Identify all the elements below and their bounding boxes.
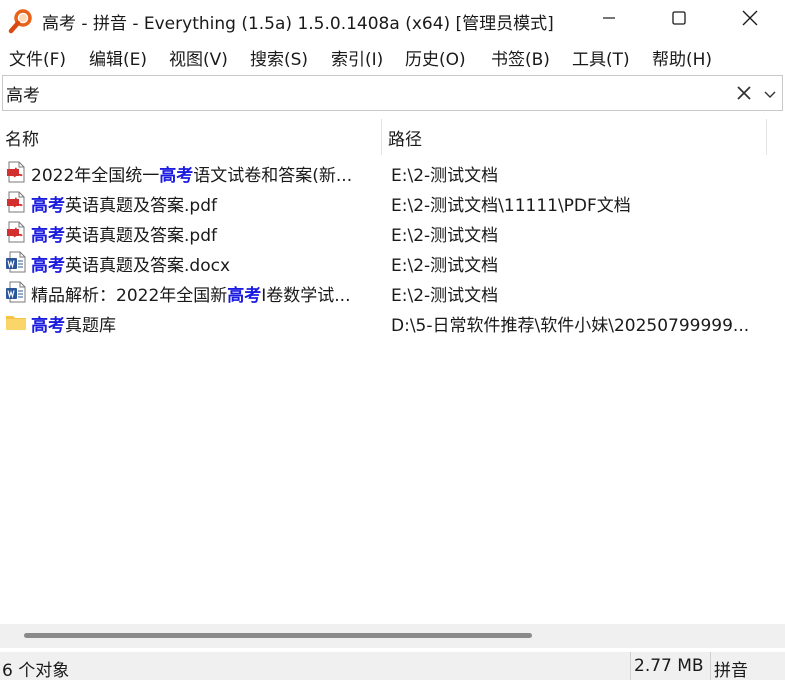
match-highlight: 高考	[31, 226, 65, 246]
list-item[interactable]: 高考英语真题及答案.pdf E:\2-测试文档	[0, 217, 785, 247]
menu-edit[interactable]: 编辑(E)	[89, 45, 147, 70]
match-highlight: 高考	[31, 316, 65, 336]
search-mode[interactable]: 拼音	[710, 652, 785, 680]
file-name: 2022年全国统一高考语文试卷和答案(新...	[31, 166, 353, 186]
list-item[interactable]: 高考英语真题及答案.docx E:\2-测试文档	[0, 247, 785, 277]
menu-history[interactable]: 历史(O)	[405, 45, 466, 70]
file-path: E:\2-测试文档	[391, 166, 499, 186]
menu-tools[interactable]: 工具(T)	[572, 45, 630, 70]
chevron-down-icon[interactable]	[760, 83, 780, 105]
total-size: 2.77 MB	[630, 652, 710, 680]
menu-bar: 文件(F) 编辑(E) 视图(V) 搜索(S) 索引(I) 历史(O) 书签(B…	[0, 40, 785, 72]
column-header: 名称 路径	[0, 119, 785, 155]
minimize-icon	[601, 10, 617, 31]
match-highlight: 高考	[159, 166, 194, 186]
file-path: D:\5-日常软件推荐\软件小妹\20250799999...	[391, 316, 750, 336]
word-file-icon	[5, 281, 27, 303]
close-icon	[741, 9, 759, 32]
list-item[interactable]: 精品解析：2022年全国新高考I卷数学试... E:\2-测试文档	[0, 277, 785, 307]
window-title: 高考 - 拼音 - Everything (1.5a) 1.5.0.1408a …	[42, 14, 554, 34]
file-path: E:\2-测试文档	[391, 226, 499, 246]
menu-bookmarks[interactable]: 书签(B)	[491, 45, 550, 70]
file-name: 精品解析：2022年全国新高考I卷数学试...	[31, 286, 351, 306]
file-path: E:\2-测试文档	[391, 286, 499, 306]
magnifier-icon	[8, 8, 34, 34]
clear-x-icon[interactable]	[733, 82, 755, 104]
search-input[interactable]	[6, 79, 726, 107]
file-path: E:\2-测试文档	[391, 256, 499, 276]
pdf-file-icon	[5, 161, 27, 183]
menu-view[interactable]: 视图(V)	[169, 45, 228, 70]
file-name: 高考英语真题及答案.pdf	[31, 226, 217, 246]
close-button[interactable]	[715, 0, 785, 40]
list-item[interactable]: 高考英语真题及答案.pdf E:\2-测试文档\11111\PDF文档	[0, 187, 785, 217]
maximize-button[interactable]	[644, 0, 714, 40]
file-name: 高考英语真题及答案.pdf	[31, 196, 217, 216]
object-count: 6 个对象	[2, 661, 70, 680]
horizontal-scrollbar[interactable]	[0, 624, 785, 648]
menu-file[interactable]: 文件(F)	[9, 45, 66, 70]
file-path: E:\2-测试文档\11111\PDF文档	[391, 196, 631, 216]
status-bar: 6 个对象 2.77 MB 拼音	[0, 652, 785, 680]
pdf-file-icon	[5, 221, 27, 243]
menu-help[interactable]: 帮助(H)	[652, 45, 712, 70]
pdf-file-icon	[5, 191, 27, 213]
word-file-icon	[5, 251, 27, 273]
list-item[interactable]: 2022年全国统一高考语文试卷和答案(新... E:\2-测试文档	[0, 157, 785, 187]
column-name-header[interactable]: 名称	[0, 119, 382, 155]
menu-index[interactable]: 索引(I)	[331, 45, 383, 70]
column-path-header[interactable]: 路径	[383, 119, 767, 155]
title-bar: 高考 - 拼音 - Everything (1.5a) 1.5.0.1408a …	[0, 0, 785, 40]
file-name: 高考英语真题及答案.docx	[31, 256, 231, 276]
match-highlight: 高考	[227, 286, 262, 306]
maximize-icon	[671, 10, 687, 31]
file-name: 高考真题库	[31, 316, 116, 336]
match-highlight: 高考	[31, 256, 65, 276]
folder-icon	[5, 311, 27, 333]
scrollbar-thumb[interactable]	[24, 633, 532, 638]
minimize-button[interactable]	[574, 0, 644, 40]
menu-search[interactable]: 搜索(S)	[250, 45, 308, 70]
search-box	[2, 75, 783, 111]
list-item[interactable]: 高考真题库 D:\5-日常软件推荐\软件小妹\20250799999...	[0, 307, 785, 337]
match-highlight: 高考	[31, 196, 65, 216]
